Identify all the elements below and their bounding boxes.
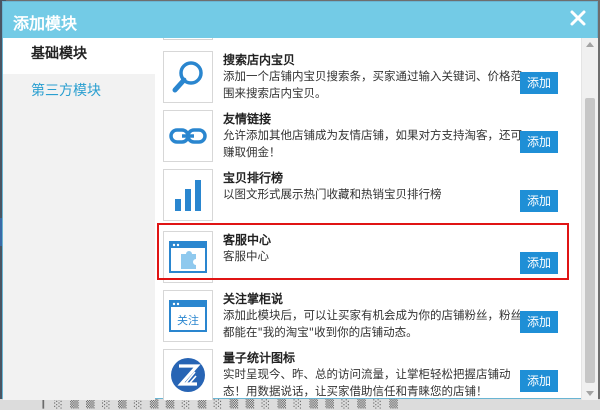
scrollbar-thumb[interactable] — [585, 98, 595, 383]
dialog-title: 添加模块 — [13, 14, 78, 33]
scroll-down-arrow-icon[interactable] — [586, 391, 594, 396]
module-item-quantum-stats: 量子统计图标 实时呈现今、昨、总的访问流量，让掌柜轻松把握店铺动态！用数据说话，… — [163, 349, 569, 400]
sidebar-item-third-party-modules[interactable]: 第三方模块 — [3, 74, 155, 108]
add-button[interactable]: 添加 — [520, 190, 558, 212]
search-icon — [163, 51, 213, 103]
add-button[interactable]: 添加 — [520, 311, 558, 333]
follow-icon-text: 关注 — [177, 313, 199, 327]
quantum-stats-icon — [163, 349, 213, 400]
link-icon — [163, 110, 213, 162]
module-desc: 允许添加其他店铺成为友情店铺，如果对方支持淘客，还可赚取佣金！ — [223, 128, 522, 159]
module-name: 量子统计图标 — [223, 351, 296, 365]
module-list: 搜索店内宝贝 添加一个店铺内宝贝搜索条，买家通过输入关键词、价格范围来搜索店内宝… — [155, 38, 581, 400]
bar-chart-icon — [163, 169, 213, 221]
module-item-ranking: 宝贝排行榜 以图文形式展示热门收藏和热销宝贝排行榜 添加 — [163, 169, 569, 227]
module-name: 宝贝排行榜 — [223, 171, 284, 185]
add-button[interactable]: 添加 — [520, 72, 558, 94]
module-name: 搜索店内宝贝 — [223, 53, 296, 67]
module-desc: 添加一个店铺内宝贝搜索条，买家通过输入关键词、价格范围来搜索店内宝贝。 — [223, 69, 522, 100]
module-name: 友情链接 — [223, 112, 272, 126]
module-desc: 添加此模块后，可以让买家有机会成为你的店铺粉丝，粉丝都能在"我的淘宝"收到你的店… — [223, 308, 522, 339]
close-icon[interactable] — [567, 7, 589, 29]
background-page-bottom: ┃ ░ ▒ ▒ ░ ▒ ░ ▒ ▒ ░ ▒ ░ ▒ ▒ ░ ▒ ░ ▒ ▒ ░ … — [0, 399, 600, 410]
module-name: 关注掌柜说 — [223, 292, 284, 306]
scroll-up-arrow-icon[interactable] — [586, 42, 594, 47]
previous-module-icon-edge — [163, 38, 213, 40]
module-item-friend-links: 友情链接 允许添加其他店铺成为友情店铺，如果对方支持淘客，还可赚取佣金！ 添加 — [163, 110, 569, 168]
sidebar-item-basic-modules[interactable]: 基础模块 — [3, 38, 155, 74]
module-desc: 实时呈现今、昨、总的访问流量，让掌柜轻松把握店铺动态！用数据说话，让买家借助信任… — [223, 367, 511, 398]
customer-service-highlight-box — [157, 223, 569, 280]
module-desc: 以图文形式展示热门收藏和热销宝贝排行榜 — [223, 187, 442, 201]
add-button[interactable]: 添加 — [520, 131, 558, 153]
follow-window-icon: 关注 — [163, 290, 213, 342]
module-item-follow-shopkeeper: 关注 关注掌柜说 添加此模块后，可以让买家有机会成为你的店铺粉丝，粉丝都能在"我… — [163, 290, 569, 348]
add-button[interactable]: 添加 — [520, 370, 558, 392]
module-item-search: 搜索店内宝贝 添加一个店铺内宝贝搜索条，买家通过输入关键词、价格范围来搜索店内宝… — [163, 51, 569, 109]
module-list-scrollbar[interactable] — [581, 38, 598, 400]
module-category-sidebar: 基础模块 第三方模块 — [3, 38, 155, 400]
add-module-dialog: 添加模块 基础模块 第三方模块 搜索店内宝贝 添加一个店铺内宝贝搜索条，买家通过… — [2, 1, 598, 400]
dialog-titlebar: 添加模块 — [3, 2, 597, 38]
